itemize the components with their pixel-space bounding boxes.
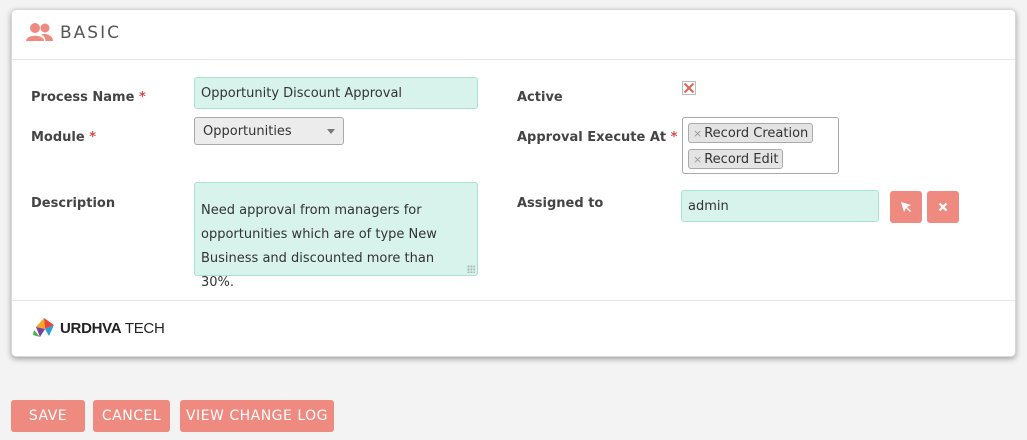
cursor-arrow-icon [901, 202, 911, 212]
clear-user-button[interactable] [927, 191, 959, 223]
module-select[interactable]: Opportunities [194, 117, 344, 145]
resize-handle-icon[interactable] [467, 265, 475, 273]
active-label: Active [517, 90, 563, 105]
approval-execute-label: Approval Execute At * [517, 130, 677, 145]
module-select-value: Opportunities [203, 123, 292, 139]
required-mark: * [670, 130, 678, 145]
approval-execute-multiselect[interactable]: × Record Creation × Record Edit [682, 117, 839, 174]
urdhva-logo-icon [33, 318, 54, 337]
active-checkbox[interactable] [682, 81, 696, 95]
approval-execute-label-text: Approval Execute At [517, 130, 667, 145]
assigned-to-label: Assigned to [517, 196, 604, 211]
description-label: Description [31, 196, 116, 211]
panel-title: BASIC [60, 23, 121, 43]
tag-label: Record Creation [704, 125, 809, 141]
required-mark: * [138, 90, 146, 105]
close-icon [938, 202, 948, 212]
save-button[interactable]: SAVE [11, 400, 85, 432]
users-icon [26, 22, 53, 46]
process-name-input[interactable]: Opportunity Discount Approval [194, 77, 478, 109]
process-name-label: Process Name * [31, 90, 146, 105]
brand-logo: URDHVA TECH [32, 317, 165, 339]
process-name-label-text: Process Name [31, 90, 135, 105]
tag-remove-icon[interactable]: × [693, 153, 702, 166]
select-user-button[interactable] [890, 191, 922, 223]
tag-record-edit: × Record Edit [688, 149, 784, 169]
description-textarea[interactable]: Need approval from managers for opportun… [194, 182, 478, 290]
brand-name-light: TECH [121, 319, 165, 337]
chevron-down-icon [327, 129, 335, 134]
module-label: Module * [31, 130, 96, 145]
tag-label: Record Edit [704, 151, 779, 167]
tag-remove-icon[interactable]: × [693, 127, 702, 140]
assigned-to-input[interactable]: admin [681, 190, 879, 222]
x-mark-icon [683, 82, 695, 94]
cancel-button[interactable]: CANCEL [93, 400, 170, 432]
required-mark: * [89, 130, 97, 145]
basic-panel: BASIC Process Name * Opportunity Discoun… [11, 9, 1016, 357]
tag-record-creation: × Record Creation [688, 123, 814, 143]
brand-name: URDHVA TECH [60, 320, 165, 337]
panel-header: BASIC [12, 10, 1015, 60]
panel-footer: URDHVA TECH [12, 300, 1015, 359]
module-label-text: Module [31, 130, 85, 145]
view-change-log-button[interactable]: VIEW CHANGE LOG [180, 400, 334, 432]
brand-name-bold: URDHVA [60, 319, 122, 337]
description-text: Need approval from managers for opportun… [201, 203, 437, 290]
